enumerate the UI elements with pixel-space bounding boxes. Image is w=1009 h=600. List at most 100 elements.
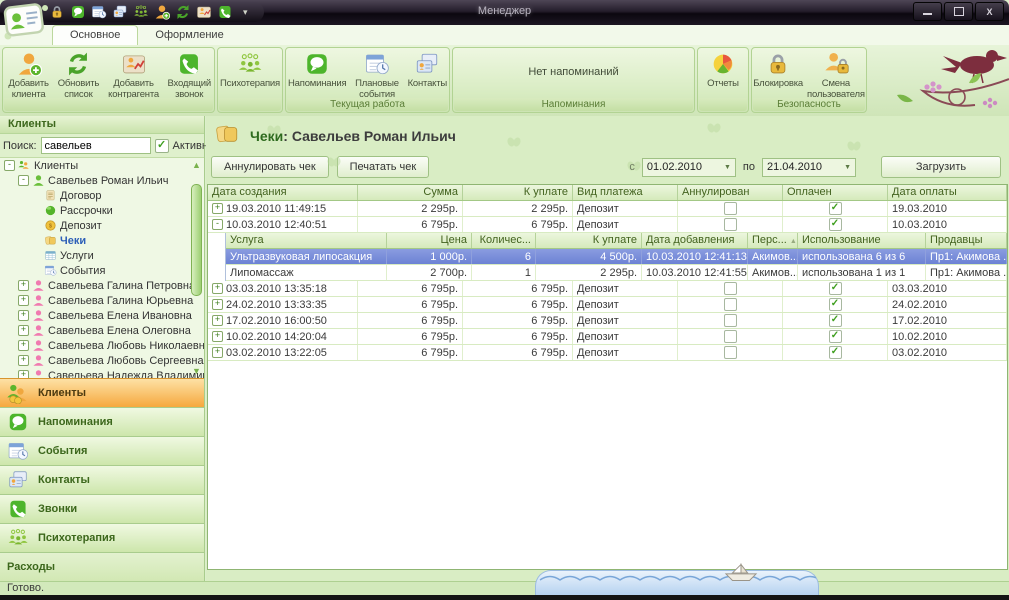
tree-scrollbar[interactable]: ▲ ▼ bbox=[190, 160, 203, 376]
row-expander-icon[interactable]: + bbox=[212, 299, 223, 310]
tree-expander-icon[interactable]: + bbox=[18, 370, 29, 378]
date-to-picker[interactable]: 21.04.2010▼ bbox=[762, 158, 856, 177]
scroll-up-icon[interactable]: ▲ bbox=[190, 160, 203, 170]
annulled-checkbox[interactable] bbox=[724, 330, 737, 343]
annulled-checkbox[interactable] bbox=[724, 346, 737, 359]
paid-checkbox[interactable]: ✓ bbox=[829, 314, 842, 327]
paid-checkbox[interactable]: ✓ bbox=[829, 282, 842, 295]
ribbon-button[interactable]: Напоминания bbox=[286, 49, 348, 91]
sidebar-nav-Психотерапия[interactable]: Психотерапия bbox=[0, 523, 204, 552]
sidebar-nav-Контакты[interactable]: Контакты bbox=[0, 465, 204, 494]
tree-item[interactable]: +Савельева Любовь Николаевна bbox=[0, 338, 204, 353]
row-expander-icon[interactable]: + bbox=[212, 315, 223, 326]
sidebar-nav-События[interactable]: События bbox=[0, 436, 204, 465]
date-range: с 01.02.2010▼ по 21.04.2010▼ Загрузить bbox=[629, 156, 1001, 178]
tree-expander-icon[interactable]: - bbox=[4, 160, 15, 171]
paid-checkbox[interactable]: ✓ bbox=[829, 298, 842, 311]
tree-item[interactable]: +Савельева Галина Петровна bbox=[0, 278, 204, 293]
tree-item[interactable]: +Савельева Елена Ивановна bbox=[0, 308, 204, 323]
app-logo-icon[interactable] bbox=[3, 1, 49, 48]
paid-checkbox[interactable]: ✓ bbox=[829, 202, 842, 215]
paid-checkbox[interactable]: ✓ bbox=[829, 346, 842, 359]
annulled-checkbox[interactable] bbox=[724, 314, 737, 327]
tree-item[interactable]: +Савельева Галина Юрьевна bbox=[0, 293, 204, 308]
ribbon-group-label: Напоминания bbox=[454, 98, 693, 111]
tree-expander-icon[interactable]: + bbox=[18, 325, 29, 336]
row-expander-icon[interactable]: + bbox=[212, 347, 223, 358]
check-row[interactable]: +19.03.2010 11:49:152 295р.2 295р.Депози… bbox=[208, 201, 1007, 217]
sidebar-nav-Звонки[interactable]: Звонки bbox=[0, 494, 204, 523]
tree-expander-icon[interactable]: + bbox=[18, 310, 29, 321]
tree-item[interactable]: Рассрочки bbox=[0, 203, 204, 218]
tree-item[interactable]: -Клиенты bbox=[0, 158, 204, 173]
ribbon-button[interactable]: Добавить клиента bbox=[3, 49, 54, 101]
tree-expander-icon[interactable]: + bbox=[18, 355, 29, 366]
ribbon-button[interactable]: Блокировка bbox=[751, 49, 805, 91]
tree-expander-icon[interactable]: - bbox=[18, 175, 29, 186]
search-input[interactable] bbox=[41, 137, 151, 154]
paid-checkbox[interactable]: ✓ bbox=[829, 330, 842, 343]
close-button[interactable]: X bbox=[975, 2, 1004, 21]
ribbon-button[interactable]: Контакты bbox=[406, 49, 449, 91]
ribbon-button[interactable]: Плановые события bbox=[348, 49, 405, 101]
restore-button[interactable] bbox=[944, 2, 973, 21]
search-row: Поиск: ✓ Активные bbox=[0, 134, 204, 157]
tree-item[interactable]: $Депозит bbox=[0, 218, 204, 233]
scrollbar-thumb[interactable] bbox=[191, 184, 202, 296]
sidebar-nav: КлиентыНапоминанияСобытияКонтактыЗвонкиП… bbox=[0, 378, 204, 581]
check-row[interactable]: +24.02.2010 13:33:356 795р.6 795р.Депози… bbox=[208, 297, 1007, 313]
tree-item[interactable]: +Савельева Надежда Владимиро... bbox=[0, 368, 204, 378]
load-button[interactable]: Загрузить bbox=[881, 156, 1001, 178]
tree-item[interactable]: События bbox=[0, 263, 204, 278]
date-to-label: по bbox=[743, 161, 755, 173]
row-expander-icon[interactable]: - bbox=[212, 219, 223, 230]
row-expander-icon[interactable]: + bbox=[212, 331, 223, 342]
tab-appearance[interactable]: Оформление bbox=[138, 26, 240, 45]
tree-expander-icon[interactable]: + bbox=[18, 295, 29, 306]
annulled-checkbox[interactable] bbox=[724, 282, 737, 295]
tree-item[interactable]: +Савельева Любовь Сергеевна bbox=[0, 353, 204, 368]
print-check-button[interactable]: Печатать чек bbox=[337, 156, 430, 178]
ribbon-button[interactable]: Входящий звонок bbox=[164, 49, 214, 101]
tab-main[interactable]: Основное bbox=[52, 25, 138, 46]
svg-text:$: $ bbox=[49, 224, 52, 230]
service-row[interactable]: Липомассаж2 700р.12 295р.10.03.2010 12:4… bbox=[226, 265, 1007, 281]
ribbon-button[interactable]: Отчеты bbox=[705, 49, 741, 91]
ribbon: Добавить клиентаОбновить списокДобавить … bbox=[0, 45, 1009, 116]
check-row[interactable]: +10.02.2010 14:20:046 795р.6 795р.Депози… bbox=[208, 329, 1007, 345]
ribbon-button[interactable]: Психотерапия bbox=[218, 49, 282, 91]
tree-item[interactable]: Чеки bbox=[0, 233, 204, 248]
paid-checkbox[interactable]: ✓ bbox=[829, 218, 842, 231]
sidebar-nav-Напоминания[interactable]: Напоминания bbox=[0, 407, 204, 436]
annulled-checkbox[interactable] bbox=[724, 202, 737, 215]
check-row[interactable]: +03.02.2010 13:22:056 795р.6 795р.Депози… bbox=[208, 345, 1007, 361]
date-from-picker[interactable]: 01.02.2010▼ bbox=[642, 158, 736, 177]
row-expander-icon[interactable]: + bbox=[212, 283, 223, 294]
check-row[interactable]: +17.02.2010 16:00:506 795р.6 795р.Депози… bbox=[208, 313, 1007, 329]
ribbon-group-2: Психотерапия bbox=[217, 47, 283, 113]
row-expander-icon[interactable]: + bbox=[212, 203, 223, 214]
window-controls: X bbox=[913, 2, 1004, 21]
annul-check-button[interactable]: Аннулировать чек bbox=[211, 156, 329, 178]
tree-item[interactable]: Договор bbox=[0, 188, 204, 203]
scroll-down-icon[interactable]: ▼ bbox=[190, 366, 203, 376]
add-client-icon bbox=[16, 51, 42, 77]
annulled-checkbox[interactable] bbox=[724, 218, 737, 231]
tree-item[interactable]: -Савельев Роман Ильич bbox=[0, 173, 204, 188]
person-female-icon bbox=[32, 294, 45, 307]
annulled-checkbox[interactable] bbox=[724, 298, 737, 311]
ribbon-button[interactable]: Обновить список bbox=[54, 49, 102, 101]
check-row[interactable]: +03.03.2010 13:35:186 795р.6 795р.Депози… bbox=[208, 281, 1007, 297]
service-row[interactable]: Ультразвуковая липосакция1 000р.64 500р.… bbox=[226, 249, 1007, 265]
check-row[interactable]: -10.03.2010 12:40:516 795р.6 795р.Депози… bbox=[208, 217, 1007, 233]
minimize-button[interactable] bbox=[913, 2, 942, 21]
ribbon-button[interactable]: Добавить контрагента bbox=[103, 49, 165, 101]
active-filter-checkbox[interactable]: ✓ bbox=[155, 139, 169, 153]
tree-item[interactable]: Услуги bbox=[0, 248, 204, 263]
sidebar-nav-Клиенты[interactable]: Клиенты bbox=[0, 378, 204, 407]
calls-icon bbox=[7, 498, 29, 520]
tree-item[interactable]: +Савельева Елена Олеговна bbox=[0, 323, 204, 338]
tree-expander-icon[interactable]: + bbox=[18, 340, 29, 351]
sidebar-nav-Расходы[interactable]: Расходы bbox=[0, 552, 204, 581]
tree-expander-icon[interactable]: + bbox=[18, 280, 29, 291]
